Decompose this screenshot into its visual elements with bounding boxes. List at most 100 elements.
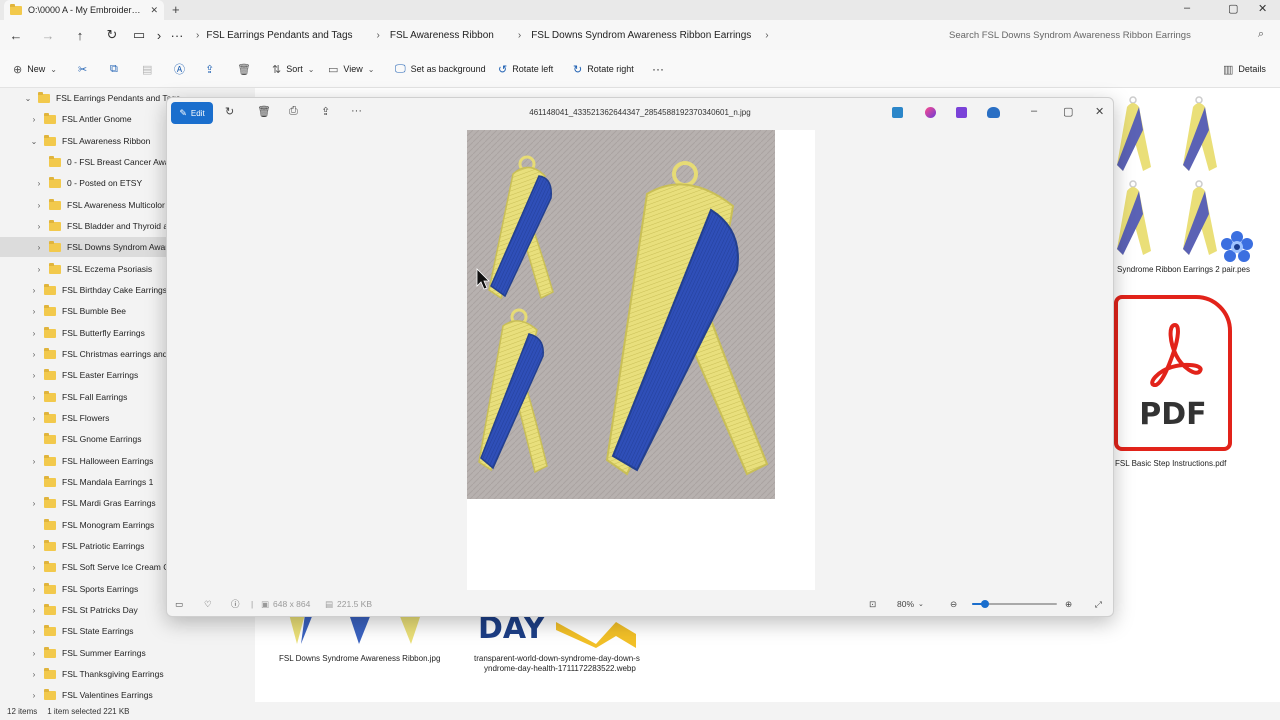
monitor-icon[interactable]: ▭ (128, 27, 150, 43)
tree-item[interactable]: › FSL Thanksgiving Earrings (30, 664, 164, 684)
chevron-right-icon[interactable]: › (30, 286, 38, 295)
zoom-out-button[interactable]: ⊖ (950, 590, 957, 616)
tree-item[interactable]: › FSL Valentines Earrings (30, 685, 153, 702)
chevron-right-icon[interactable]: › (30, 606, 38, 615)
chevron-right-icon[interactable]: › (30, 371, 38, 380)
trash-icon[interactable]: 🗑 (257, 105, 271, 118)
tree-item[interactable]: › FSL Halloween Earrings (30, 451, 153, 471)
tree-item[interactable]: › FSL Awareness Multicolor Rib (35, 195, 180, 215)
new-button[interactable]: ⊕ New ⌄ (13, 50, 57, 88)
file-label-continued[interactable]: yndrome-day-health-1711172283522.webp (484, 664, 636, 673)
chevron-right-icon[interactable]: › (30, 649, 38, 658)
tree-item[interactable]: FSL Mandala Earrings 1 (30, 472, 153, 492)
tree-item[interactable]: FSL Monogram Earrings (30, 515, 154, 535)
tree-item[interactable]: › FSL Fall Earrings (30, 387, 127, 407)
maximize-button[interactable]: ▢ (1228, 2, 1238, 15)
refresh-icon[interactable]: ↻ (96, 27, 128, 43)
tree-item[interactable]: › FSL Birthday Cake Earrings (30, 280, 167, 300)
close-button[interactable]: ✕ (1095, 105, 1104, 118)
tree-item[interactable]: › FSL Easter Earrings (30, 365, 138, 385)
image-canvas[interactable] (167, 130, 1113, 590)
minimize-button[interactable]: – (1031, 105, 1037, 117)
tree-item[interactable]: › FSL Antler Gnome (30, 109, 132, 129)
fit-to-screen-button[interactable]: ⊡ (869, 590, 876, 616)
favorite-button[interactable]: ♡ (204, 590, 212, 616)
close-tab-icon[interactable]: ✕ (150, 5, 158, 16)
chevron-right-icon[interactable]: › (30, 414, 38, 423)
back-arrow-icon[interactable]: ← (0, 28, 32, 43)
tree-item[interactable]: › FSL Soft Serve Ice Cream Cone (30, 557, 184, 577)
rotate-icon[interactable]: ↻ (225, 105, 234, 118)
file-info-button[interactable]: ⓘ (231, 590, 240, 616)
search-input[interactable]: Search FSL Downs Syndrom Awareness Ribbo… (940, 25, 1270, 45)
close-button[interactable]: ✕ (1258, 2, 1267, 15)
more-options-icon[interactable]: ··· (351, 105, 362, 117)
chevron-right-icon[interactable]: › (35, 201, 43, 210)
view-button[interactable]: ▭ View ⌄ (328, 50, 374, 88)
chevron-down-icon[interactable]: ⌄ (24, 94, 32, 103)
new-tab-button[interactable]: + (172, 2, 180, 17)
tree-item[interactable]: › FSL Summer Earrings (30, 643, 146, 663)
chevron-right-icon[interactable]: › (30, 563, 38, 572)
chevron-right-icon[interactable]: › (30, 670, 38, 679)
sort-button[interactable]: ⇅ Sort ⌄ (272, 50, 314, 88)
jpg-file-thumbnail[interactable] (279, 614, 432, 648)
share-button[interactable]: ⇪ (205, 50, 214, 88)
chevron-right-icon[interactable]: › (35, 179, 43, 188)
tree-item[interactable]: › FSL Flowers (30, 408, 109, 428)
more-options-button[interactable]: ··· (652, 50, 664, 88)
breadcrumb-item[interactable]: FSL Awareness Ribbon (390, 30, 494, 41)
tree-item[interactable]: › FSL State Earrings (30, 621, 134, 641)
zoom-slider[interactable] (972, 600, 1057, 608)
breadcrumb-item[interactable]: FSL Earrings Pendants and Tags (206, 30, 352, 41)
rename-button[interactable]: Ⓐ (174, 50, 185, 88)
zoom-in-button[interactable]: ⊕ (1065, 590, 1072, 616)
chevron-right-icon[interactable]: › (30, 691, 38, 700)
chevron-right-icon[interactable]: › (30, 115, 38, 124)
onedrive-icon[interactable] (987, 107, 1000, 118)
chevron-down-icon[interactable]: ⌄ (30, 137, 38, 146)
pes-file-thumbnail[interactable] (1115, 95, 1225, 265)
zoom-level-dropdown[interactable]: 80% ⌄ (897, 590, 924, 616)
set-background-button[interactable]: 🖵 Set as background (395, 50, 486, 88)
filmstrip-button[interactable]: ▭ (175, 590, 183, 616)
file-label[interactable]: Syndrome Ribbon Earrings 2 pair.pes (1117, 265, 1250, 274)
chevron-right-icon[interactable]: › (30, 542, 38, 551)
chevron-right-icon[interactable]: › (35, 243, 43, 252)
chevron-right-icon[interactable]: › (30, 457, 38, 466)
tree-item[interactable]: › FSL Patriotic Earrings (30, 536, 144, 556)
file-label[interactable]: FSL Downs Syndrome Awareness Ribbon.jpg (279, 654, 440, 663)
chevron-right-icon[interactable]: › (30, 627, 38, 636)
edit-button[interactable]: ✎ Edit (171, 102, 213, 124)
maximize-button[interactable]: ▢ (1063, 105, 1073, 118)
tree-item[interactable]: › 0 - Posted on ETSY (35, 173, 142, 193)
tree-item[interactable]: › FSL St Patricks Day (30, 600, 138, 620)
print-icon[interactable]: ⎙ (289, 105, 298, 118)
tree-item[interactable]: › FSL Sports Earrings (30, 579, 138, 599)
delete-button[interactable]: 🗑 (237, 50, 251, 88)
tree-item[interactable]: FSL Gnome Earrings (30, 429, 142, 449)
tree-item[interactable]: › FSL Christmas earrings and gift (30, 344, 181, 364)
clipchamp-icon[interactable] (956, 107, 967, 118)
webp-file-thumbnail[interactable]: DAY (476, 614, 640, 648)
pdf-file-thumbnail[interactable]: PDF (1114, 295, 1232, 451)
rotate-right-button[interactable]: ↻ Rotate right (573, 50, 634, 88)
cut-button[interactable]: ✂ (78, 50, 87, 88)
tree-item[interactable]: ⌄ FSL Earrings Pendants and Tags (24, 88, 180, 108)
chevron-right-icon[interactable]: › (30, 499, 38, 508)
paste-button[interactable]: ▤ (142, 50, 152, 88)
share-icon[interactable]: ⇪ (321, 105, 330, 118)
tree-item[interactable]: › FSL Mardi Gras Earrings (30, 493, 156, 513)
rotate-left-button[interactable]: ↺ Rotate left (498, 50, 553, 88)
full-screen-button[interactable]: ⤢ (1095, 590, 1102, 616)
chevron-right-icon[interactable]: › (30, 350, 38, 359)
tree-item[interactable]: ⌄ FSL Awareness Ribbon (30, 131, 150, 151)
chevron-right-icon[interactable]: › (30, 393, 38, 402)
file-label[interactable]: FSL Basic Step Instructions.pdf (1115, 459, 1226, 468)
copy-button[interactable]: ⧉ (110, 50, 118, 88)
forward-arrow-icon[interactable]: → (32, 28, 64, 43)
minimize-button[interactable]: – (1184, 2, 1190, 14)
zoom-slider-thumb[interactable] (980, 600, 989, 608)
tree-item[interactable]: › FSL Bladder and Thyroid awa (35, 216, 179, 236)
file-label[interactable]: transparent-world-down-syndrome-day-down… (474, 654, 640, 663)
